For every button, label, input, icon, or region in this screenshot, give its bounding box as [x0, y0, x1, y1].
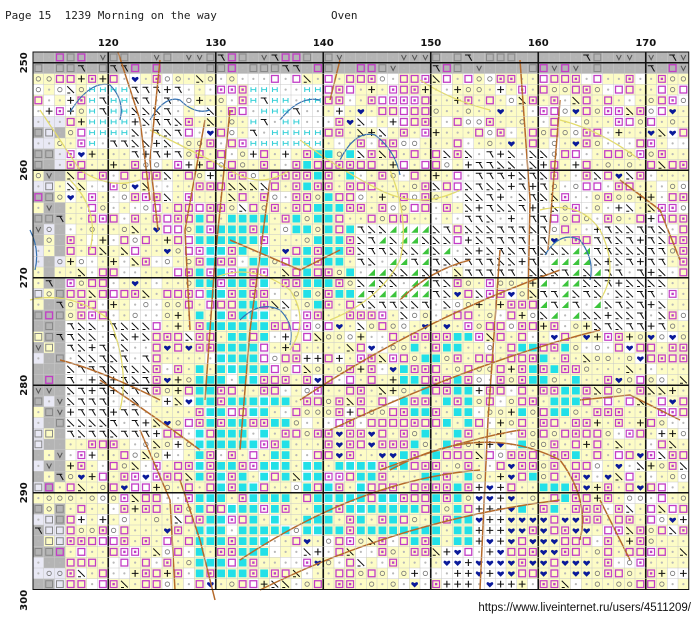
row-label: 290 [19, 482, 30, 503]
column-label: 170 [635, 38, 656, 49]
row-label: 300 [19, 590, 30, 611]
row-label: 250 [19, 52, 30, 73]
column-label: 150 [420, 38, 441, 49]
column-label: 120 [98, 38, 119, 49]
row-label: 280 [19, 375, 30, 396]
cross-stitch-chart: 120 130 140 150 160 170 250 260 270 280 290 300 [19, 38, 690, 611]
row-label: 270 [19, 267, 30, 288]
source-url[interactable]: https://www.liveinternet.ru/users/451120… [478, 602, 691, 614]
column-label: 140 [313, 38, 334, 49]
column-label: 160 [528, 38, 549, 49]
column-label: 130 [205, 38, 226, 49]
row-label: 260 [19, 160, 30, 181]
